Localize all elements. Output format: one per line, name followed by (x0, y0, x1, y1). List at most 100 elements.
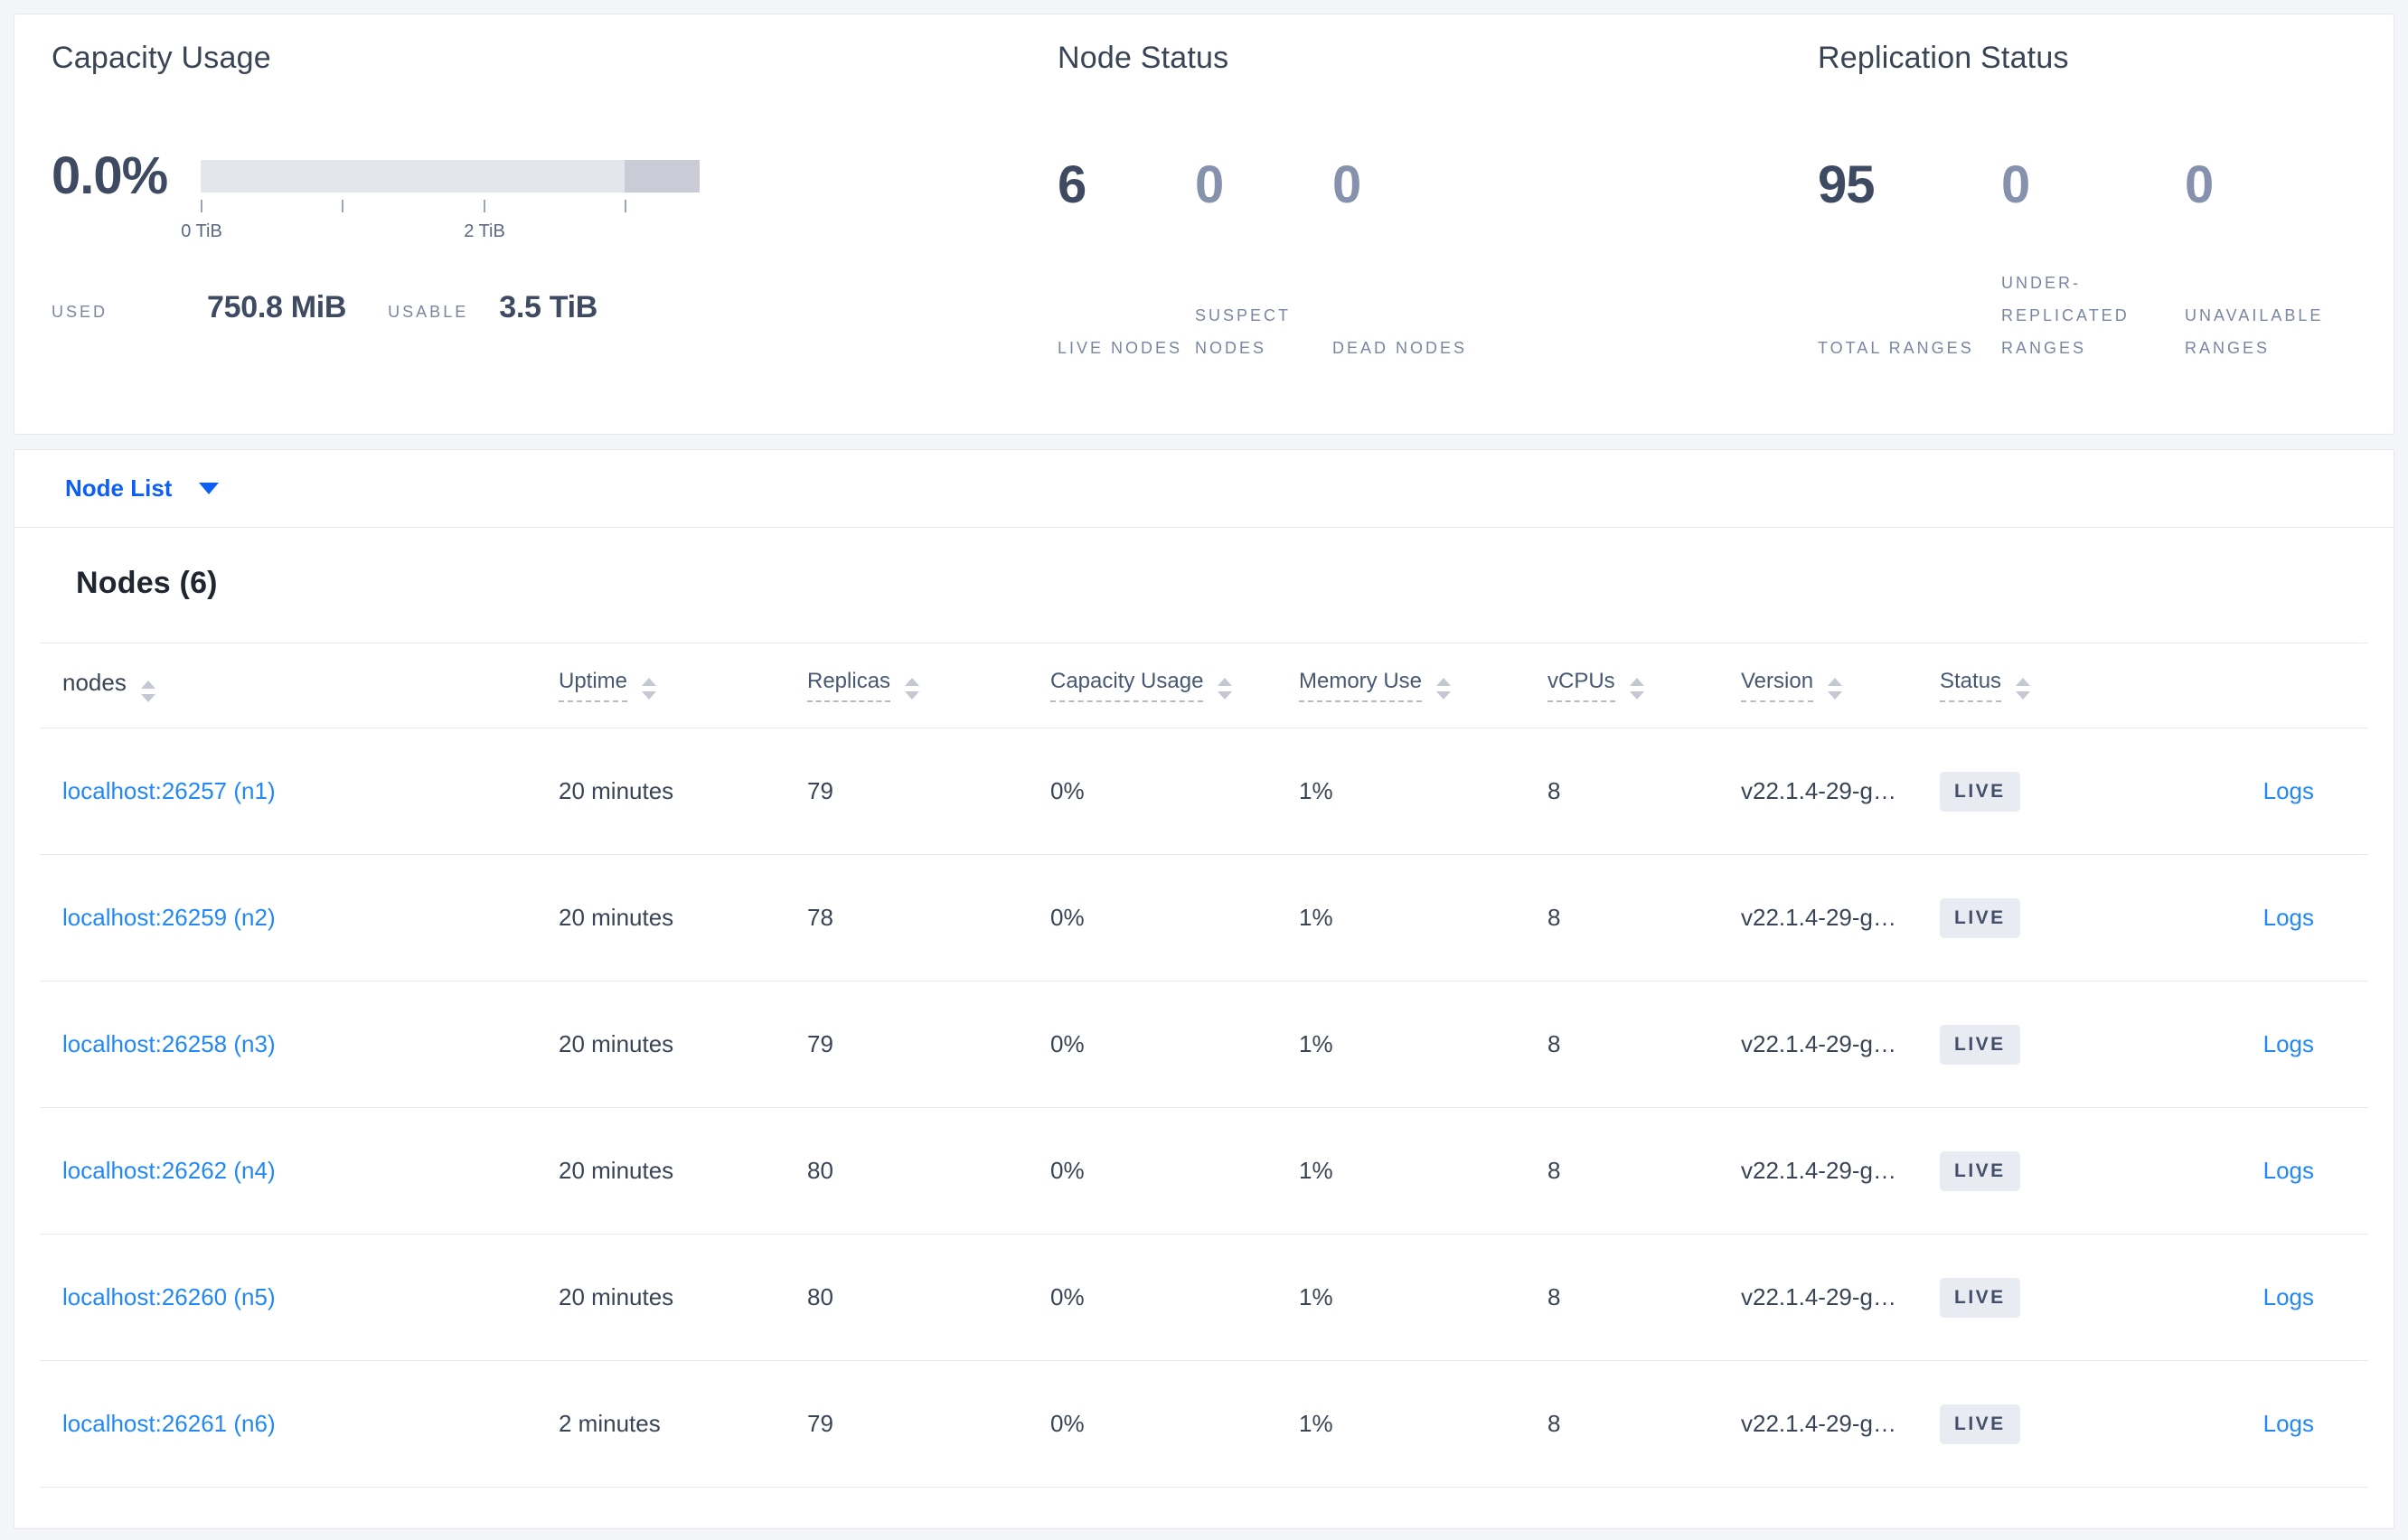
vcpus-cell: 8 (1547, 777, 1561, 804)
capacity-bar (201, 160, 700, 192)
uptime-cell: 20 minutes (559, 1030, 674, 1057)
axis-tick (484, 200, 485, 212)
sort-icon (642, 678, 657, 700)
status-cell: LIVE (1940, 1024, 2139, 1065)
replicas-cell: 79 (807, 1410, 833, 1437)
column-header-vcpus[interactable]: vCPUs (1547, 669, 1741, 702)
memory-use-cell: 1% (1299, 1157, 1333, 1184)
capacity-usage-cell: 0% (1050, 1283, 1085, 1310)
capacity-usage-cell: 0% (1050, 904, 1085, 931)
nodes-table-container: Nodes (6) nodes Uptime Replicas Capacity… (14, 528, 2394, 1488)
stat-under-replicated-ranges: 0 UNDER-REPLICATED RANGES (2001, 155, 2185, 364)
stat-dead-nodes: 0 DEAD NODES (1332, 155, 1470, 364)
logs-link[interactable]: Logs (2263, 1283, 2314, 1310)
stat-value: 0 (2001, 155, 2030, 214)
used-label: USED (52, 303, 108, 321)
capacity-usage-cell: 0% (1050, 1157, 1085, 1184)
memory-use-cell: 1% (1299, 904, 1333, 931)
replicas-cell: 80 (807, 1283, 833, 1310)
logs-link[interactable]: Logs (2263, 904, 2314, 931)
node-list-dropdown[interactable]: Node List (14, 450, 2394, 528)
status-cell: LIVE (1940, 1277, 2139, 1318)
stat-suspect-nodes: 0 SUSPECT NODES (1195, 155, 1332, 364)
logs-cell: Logs (2263, 777, 2368, 805)
logs-cell: Logs (2263, 904, 2368, 932)
stat-live-nodes: 6 LIVE NODES (1058, 155, 1195, 364)
capacity-bar-chart: 0 TiB 2 TiB (181, 160, 707, 241)
uptime-cell: 20 minutes (559, 1283, 674, 1310)
table-row: localhost:26258 (n3) 20 minutes 79 0% 1%… (40, 981, 2368, 1108)
used-value: 750.8 MiB (207, 290, 347, 324)
stat-label: SUSPECT NODES (1195, 306, 1291, 357)
node-status-section: Node Status 6 LIVE NODES 0 SUSPECT NODES… (1058, 39, 1745, 364)
status-cell: LIVE (1940, 1150, 2139, 1191)
memory-use-cell: 1% (1299, 1030, 1333, 1057)
chevron-down-icon (199, 483, 220, 494)
memory-use-cell: 1% (1299, 1410, 1333, 1437)
column-header-uptime[interactable]: Uptime (559, 669, 807, 702)
status-badge: LIVE (1940, 1150, 2020, 1191)
capacity-usage-title: Capacity Usage (52, 41, 271, 75)
status-badge: LIVE (1940, 1277, 2020, 1318)
node-list-dropdown-label: Node List (65, 474, 173, 502)
version-cell: v22.1.4-29-g… (1741, 777, 1896, 804)
column-header-status[interactable]: Status (1940, 669, 2139, 702)
nodes-heading: Nodes (6) (76, 566, 218, 600)
stat-label: DEAD NODES (1332, 339, 1468, 357)
node-link[interactable]: localhost:26260 (n5) (40, 1283, 559, 1311)
nodes-table: nodes Uptime Replicas Capacity Usage Mem… (40, 643, 2368, 1488)
column-header-capacity-usage[interactable]: Capacity Usage (1050, 669, 1299, 702)
replication-status-title: Replication Status (1818, 41, 2069, 75)
axis-tick (342, 200, 343, 212)
node-status-title: Node Status (1058, 41, 1229, 75)
logs-cell: Logs (2263, 1410, 2368, 1438)
capacity-percent-value: 0.0% (52, 146, 168, 205)
stat-value: 95 (1818, 155, 1876, 214)
vcpus-cell: 8 (1547, 1030, 1561, 1057)
capacity-usage-cell: 0% (1050, 777, 1085, 804)
node-link[interactable]: localhost:26262 (n4) (40, 1157, 559, 1185)
capacity-usage-cell: 0% (1050, 1030, 1085, 1057)
column-header-version[interactable]: Version (1741, 669, 1940, 702)
uptime-cell: 2 minutes (559, 1410, 661, 1437)
stat-value: 0 (1332, 155, 1361, 214)
stat-label: UNAVAILABLE RANGES (2185, 306, 2324, 357)
logs-cell: Logs (2263, 1030, 2368, 1058)
sort-icon (1629, 678, 1644, 700)
capacity-used-usable-row: USED 750.8 MiB USABLE 3.5 TiB (52, 290, 955, 325)
capacity-bar-end-segment (625, 160, 700, 192)
column-header-replicas[interactable]: Replicas (807, 669, 1050, 702)
table-row: localhost:26262 (n4) 20 minutes 80 0% 1%… (40, 1108, 2368, 1235)
status-badge: LIVE (1940, 897, 2020, 938)
status-cell: LIVE (1940, 897, 2139, 938)
column-header-nodes[interactable]: nodes (40, 669, 559, 703)
usable-label: USABLE (388, 303, 469, 321)
version-cell: v22.1.4-29-g… (1741, 1283, 1896, 1310)
logs-link[interactable]: Logs (2263, 1410, 2314, 1437)
logs-link[interactable]: Logs (2263, 1030, 2314, 1057)
stat-value: 6 (1058, 155, 1086, 214)
stat-label: TOTAL RANGES (1818, 339, 1974, 357)
capacity-bar-usable-segment (201, 160, 625, 192)
logs-link[interactable]: Logs (2263, 1157, 2314, 1184)
status-cell: LIVE (1940, 771, 2139, 812)
capacity-usage-cell: 0% (1050, 1410, 1085, 1437)
table-row: localhost:26260 (n5) 20 minutes 80 0% 1%… (40, 1235, 2368, 1361)
replicas-cell: 80 (807, 1157, 833, 1184)
node-link[interactable]: localhost:26261 (n6) (40, 1410, 559, 1438)
uptime-cell: 20 minutes (559, 1157, 674, 1184)
node-link[interactable]: localhost:26258 (n3) (40, 1030, 559, 1058)
table-header-row: nodes Uptime Replicas Capacity Usage Mem… (40, 643, 2368, 728)
status-badge: LIVE (1940, 1404, 2020, 1444)
axis-tick (201, 200, 202, 212)
replicas-cell: 78 (807, 904, 833, 931)
node-status-stats: 6 LIVE NODES 0 SUSPECT NODES 0 DEAD NODE… (1058, 155, 1745, 364)
node-link[interactable]: localhost:26259 (n2) (40, 904, 559, 932)
logs-cell: Logs (2263, 1283, 2368, 1311)
stat-label: UNDER-REPLICATED RANGES (2001, 274, 2130, 357)
column-header-memory-use[interactable]: Memory Use (1299, 669, 1547, 702)
node-link[interactable]: localhost:26257 (n1) (40, 777, 559, 805)
sort-icon (140, 680, 155, 702)
logs-cell: Logs (2263, 1157, 2368, 1185)
logs-link[interactable]: Logs (2263, 777, 2314, 804)
